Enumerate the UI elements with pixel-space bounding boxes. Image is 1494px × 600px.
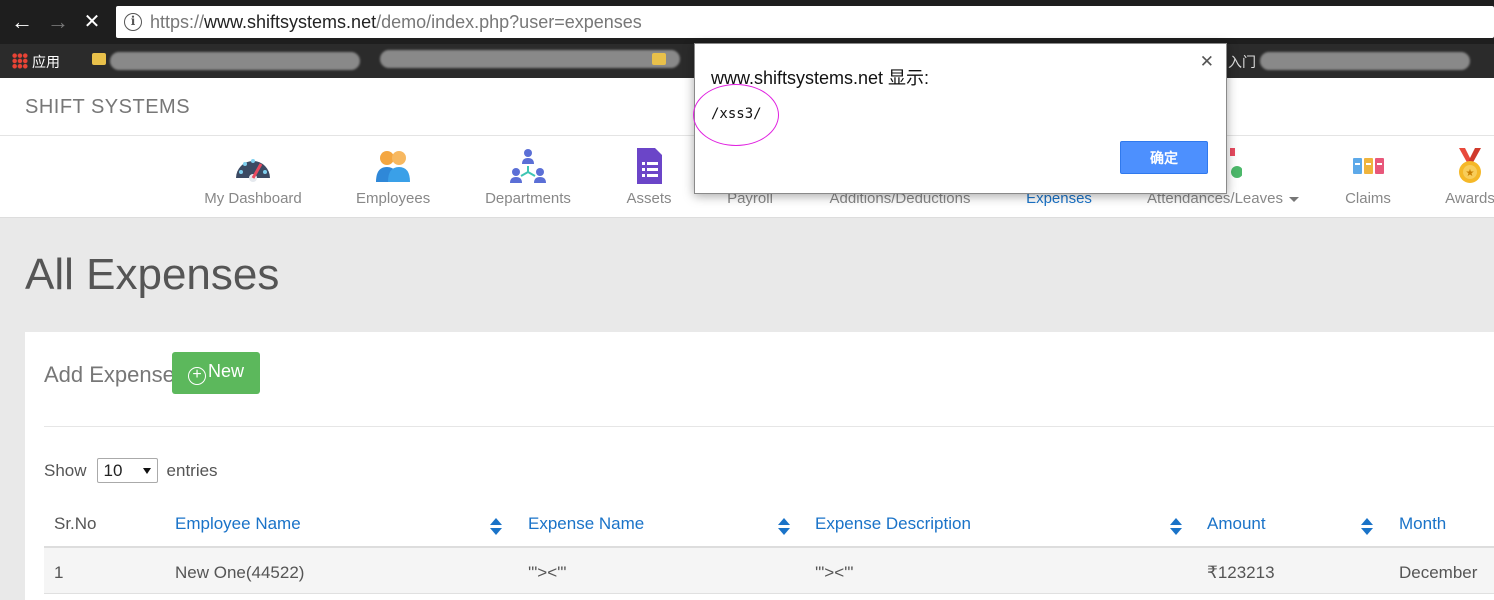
nav-label: My Dashboard <box>204 190 302 207</box>
nav-label: Departments <box>485 190 571 207</box>
awards-icon: ★ <box>1451 148 1489 184</box>
apps-grid-icon[interactable] <box>12 53 28 69</box>
alert-dialog: www.shiftsystems.net 显示: ✕ /xss3/ 确定 <box>693 43 1227 194</box>
new-expense-button[interactable]: + New <box>172 352 260 394</box>
cell-month: December <box>1399 563 1478 582</box>
nav-item-awards[interactable]: ★ Awards <box>1442 148 1494 207</box>
redacted-bookmarks <box>110 52 360 70</box>
close-icon[interactable]: ✕ <box>1200 52 1214 72</box>
browser-toolbar: ← → ✕ i https://www.shiftsystems.net/dem… <box>0 0 1494 44</box>
url-text: https://www.shiftsystems.net/demo/index.… <box>150 12 642 32</box>
nav-label: Awards <box>1445 190 1494 207</box>
divider <box>44 426 1494 427</box>
cell-employee-name: New One(44522) <box>175 563 305 582</box>
cell-expense-description: '"><'" <box>815 563 854 582</box>
entries-length-control: Show 10 entries <box>44 458 218 483</box>
column-header-employee-name[interactable]: Employee Name <box>175 514 301 534</box>
nav-item-dashboard[interactable]: My Dashboard <box>204 148 302 207</box>
brand-logo[interactable]: SHIFT SYSTEMS <box>25 96 190 119</box>
site-info-icon[interactable]: i <box>124 13 142 31</box>
dropdown-arrow-icon <box>142 468 151 474</box>
plus-circle-icon: + <box>187 367 206 385</box>
chevron-down-icon <box>1288 196 1299 202</box>
folder-icon[interactable] <box>652 53 666 65</box>
show-label: Show <box>44 460 87 480</box>
stop-loading-icon[interactable]: ✕ <box>78 8 106 36</box>
employees-icon <box>374 148 412 184</box>
add-expense-label: Add Expense <box>44 362 175 387</box>
nav-item-assets[interactable]: Assets <box>626 148 672 207</box>
departments-icon <box>509 148 547 184</box>
sort-icon[interactable] <box>778 518 790 536</box>
column-header-expense-description[interactable]: Expense Description <box>815 514 971 534</box>
bookmark-partial[interactable]: 入门 <box>1228 52 1256 72</box>
column-header-month[interactable]: Month <box>1399 514 1446 534</box>
cell-srno: 1 <box>54 563 64 582</box>
dialog-message: /xss3/ <box>711 106 762 122</box>
address-bar[interactable]: i https://www.shiftsystems.net/demo/inde… <box>116 6 1494 38</box>
back-icon[interactable]: ← <box>8 8 36 36</box>
expenses-panel: Add Expense + New Show 10 entries Sr.No E… <box>25 332 1494 600</box>
cell-expense-name: '"><'" <box>528 563 567 582</box>
nav-label: Claims <box>1345 190 1391 207</box>
nav-item-departments[interactable]: Departments <box>483 148 573 207</box>
entries-select[interactable]: 10 <box>96 458 158 483</box>
redacted-bookmarks <box>1260 52 1470 70</box>
nav-label: Assets <box>626 190 672 207</box>
ok-button[interactable]: 确定 <box>1120 141 1208 174</box>
redacted-bookmarks <box>380 50 680 68</box>
bookmark-apps[interactable]: 应用 <box>32 52 60 72</box>
cell-amount: ₹123213 <box>1207 563 1275 582</box>
page-title: All Expenses <box>25 250 280 299</box>
sort-icon[interactable] <box>1170 518 1182 536</box>
nav-item-claims[interactable]: Claims <box>1344 148 1392 207</box>
column-header-expense-name[interactable]: Expense Name <box>528 514 644 534</box>
forward-icon[interactable]: → <box>44 8 72 36</box>
nav-label: Employees <box>356 190 431 207</box>
assets-icon <box>630 148 668 184</box>
entries-label: entries <box>166 460 218 480</box>
svg-text:★: ★ <box>1466 168 1475 179</box>
claims-icon <box>1349 148 1387 184</box>
column-header-srno[interactable]: Sr.No <box>54 514 97 534</box>
sort-icon[interactable] <box>1361 518 1373 536</box>
column-header-amount[interactable]: Amount <box>1207 514 1266 534</box>
folder-icon[interactable] <box>92 53 106 65</box>
sort-icon[interactable] <box>490 518 502 536</box>
dashboard-icon <box>234 148 272 184</box>
nav-item-employees[interactable]: Employees <box>356 148 430 207</box>
